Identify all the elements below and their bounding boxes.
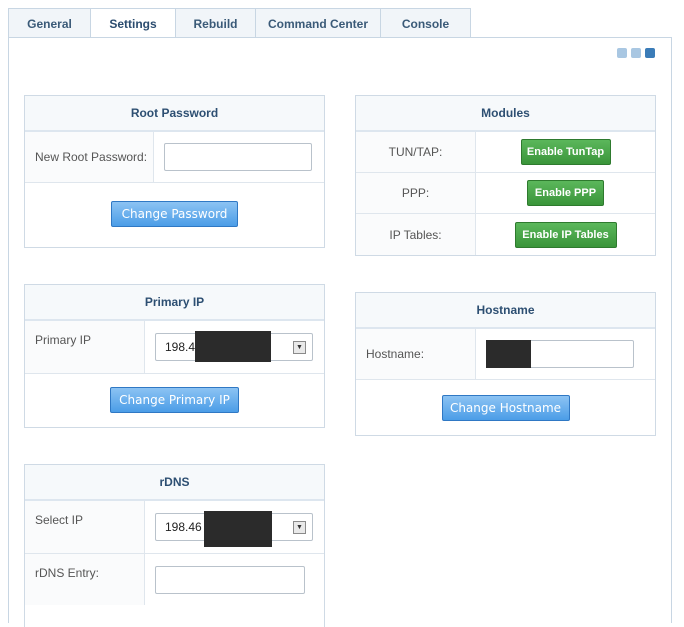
- change-hostname-button[interactable]: Change Hostname: [441, 394, 570, 421]
- root-password-title: Root Password: [25, 96, 324, 132]
- tab-console[interactable]: Console: [380, 8, 471, 38]
- rdns-ip-select[interactable]: 198.46 ▼: [155, 511, 313, 547]
- hostname-panel: Hostname Hostname: Change Hostname: [355, 292, 656, 436]
- enable-ppp-button[interactable]: Enable PPP: [527, 180, 604, 206]
- tab-bar: General Settings Rebuild Command Center …: [8, 8, 471, 39]
- ppp-label: PPP:: [356, 173, 476, 213]
- tab-command-center[interactable]: Command Center: [255, 8, 381, 38]
- primary-ip-panel: Primary IP Primary IP 198.4 ▼ Change Pri…: [24, 284, 325, 428]
- redacted-block: [204, 511, 272, 547]
- select-ip-label: Select IP: [25, 501, 145, 553]
- root-password-panel: Root Password New Root Password: Change …: [24, 95, 325, 248]
- ip-tables-label: IP Tables:: [356, 214, 476, 255]
- modules-title: Modules: [356, 96, 655, 132]
- change-primary-ip-button[interactable]: Change Primary IP: [110, 387, 239, 413]
- rdns-panel: rDNS Select IP 198.46 ▼ rDNS Entry:: [24, 464, 325, 627]
- rdns-entry-label: rDNS Entry:: [25, 554, 145, 605]
- enable-ip-tables-button[interactable]: Enable IP Tables: [514, 221, 617, 248]
- rdns-ip-selected-value: 198.46: [165, 520, 202, 534]
- page-dot-active[interactable]: [645, 48, 655, 58]
- enable-tuntap-button[interactable]: Enable TunTap: [520, 139, 611, 165]
- root-password-row: New Root Password:: [25, 132, 324, 183]
- hostname-title: Hostname: [356, 293, 655, 329]
- chevron-down-icon[interactable]: ▼: [293, 521, 306, 534]
- primary-ip-title: Primary IP: [25, 285, 324, 321]
- new-root-password-input[interactable]: [164, 143, 312, 171]
- hostname-input[interactable]: [486, 340, 634, 368]
- rdns-title: rDNS: [25, 465, 324, 501]
- tuntap-label: TUN/TAP:: [356, 132, 476, 172]
- hostname-label: Hostname:: [356, 329, 476, 379]
- change-password-button[interactable]: Change Password: [111, 201, 238, 227]
- page-dot[interactable]: [617, 48, 627, 58]
- primary-ip-label: Primary IP: [25, 321, 145, 373]
- rdns-entry-input[interactable]: [155, 565, 305, 594]
- module-row: PPP: Enable PPP: [356, 173, 655, 214]
- primary-ip-select[interactable]: 198.4 ▼: [155, 331, 313, 362]
- redacted-block: [195, 331, 271, 362]
- tab-settings[interactable]: Settings: [90, 8, 176, 39]
- module-row: TUN/TAP: Enable TunTap: [356, 132, 655, 173]
- tab-general[interactable]: General: [8, 8, 91, 38]
- chevron-down-icon[interactable]: ▼: [293, 341, 306, 354]
- pagination-dots: [617, 48, 655, 58]
- primary-ip-selected-value: 198.4: [165, 340, 196, 354]
- page-dot[interactable]: [631, 48, 641, 58]
- modules-panel: Modules TUN/TAP: Enable TunTap PPP: Enab…: [355, 95, 656, 256]
- redacted-block: [486, 340, 531, 368]
- new-root-password-label: New Root Password:: [25, 132, 154, 182]
- module-row: IP Tables: Enable IP Tables: [356, 214, 655, 255]
- tab-rebuild[interactable]: Rebuild: [175, 8, 256, 38]
